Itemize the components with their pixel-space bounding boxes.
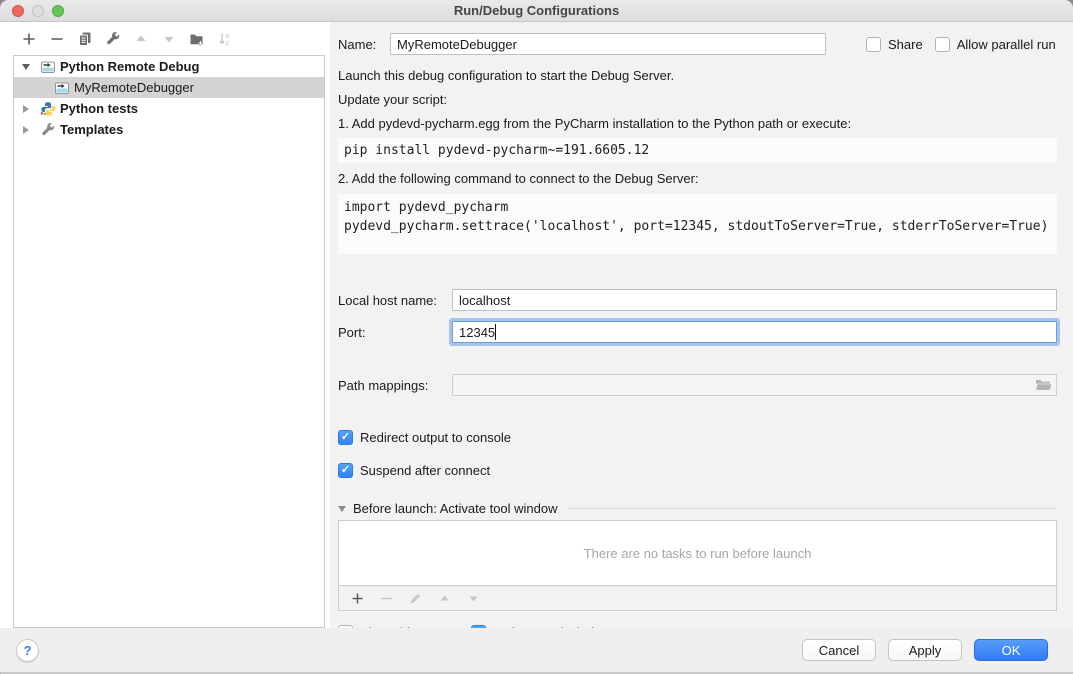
add-task-icon[interactable] [348, 589, 366, 607]
run-debug-configurations-dialog: Run/Debug Configurations [0, 0, 1073, 674]
svg-text:z: z [226, 40, 230, 47]
apply-button[interactable]: Apply [888, 639, 962, 661]
chevron-right-icon[interactable] [20, 126, 32, 134]
section-rule [568, 508, 1057, 509]
name-input[interactable] [390, 33, 826, 55]
dialog-footer: ? Cancel Apply OK [0, 628, 1073, 674]
configurations-tree: Python Remote Debug MyRemoteDebugger [13, 55, 325, 628]
traffic-lights [12, 5, 64, 17]
allow-parallel-run-checkbox[interactable] [935, 37, 950, 52]
step-1-text: 1. Add pydevd-pycharm.egg from the PyCha… [338, 112, 1057, 136]
sidebar-toolbar: a z [0, 22, 330, 55]
port-input[interactable] [452, 321, 1057, 343]
description-line-2: Update your script: [338, 88, 1057, 112]
step-2-text: 2. Add the following command to connect … [338, 171, 699, 186]
add-icon[interactable] [20, 30, 38, 48]
help-button[interactable]: ? [16, 639, 39, 662]
text-caret [495, 324, 496, 340]
zoom-button[interactable] [52, 5, 64, 17]
run-config-icon [54, 80, 70, 96]
redirect-output-label: Redirect output to console [360, 430, 511, 445]
configurations-sidebar: a z Python Remote Debug [0, 22, 330, 628]
run-config-icon [40, 59, 56, 75]
tree-item-label: Python tests [60, 101, 138, 116]
edit-templates-icon[interactable] [104, 30, 122, 48]
redirect-output-checkbox[interactable]: ✓ [338, 430, 353, 445]
move-task-up-icon[interactable] [435, 589, 453, 607]
ok-button[interactable]: OK [974, 639, 1048, 661]
description-line-1: Launch this debug configuration to start… [338, 64, 1057, 88]
svg-text:a: a [226, 33, 230, 40]
local-host-name-label: Local host name: [338, 293, 452, 308]
local-host-name-input[interactable] [452, 289, 1057, 311]
remove-icon[interactable] [48, 30, 66, 48]
before-launch-section-header[interactable]: Before launch: Activate tool window [338, 501, 1057, 516]
question-mark-icon: ? [24, 643, 32, 658]
wrench-icon [40, 122, 56, 138]
empty-task-list: There are no tasks to run before launch [339, 521, 1056, 585]
new-folder-icon[interactable] [188, 30, 206, 48]
allow-parallel-run-label: Allow parallel run [957, 37, 1056, 52]
task-list-toolbar [339, 585, 1056, 610]
configuration-editor: Name: Share Allow parallel run Launch th… [330, 22, 1073, 628]
tree-item-myremotedebugger[interactable]: MyRemoteDebugger [14, 77, 324, 98]
collapse-icon[interactable] [338, 506, 346, 512]
before-launch-title: Before launch: Activate tool window [353, 501, 558, 516]
share-checkbox[interactable] [866, 37, 881, 52]
suspend-after-connect-label: Suspend after connect [360, 463, 490, 478]
tree-item-label: MyRemoteDebugger [74, 80, 194, 95]
path-mappings-input[interactable] [452, 374, 1057, 396]
sort-alphabetically-icon[interactable]: a z [216, 30, 234, 48]
remove-task-icon[interactable] [377, 589, 395, 607]
tree-item-templates[interactable]: Templates [14, 119, 324, 140]
titlebar: Run/Debug Configurations [0, 0, 1073, 22]
copy-configuration-icon[interactable] [76, 30, 94, 48]
tree-item-label: Python Remote Debug [60, 59, 199, 74]
tree-item-python-remote-debug[interactable]: Python Remote Debug [14, 56, 324, 77]
suspend-after-connect-checkbox[interactable]: ✓ [338, 463, 353, 478]
settrace-snippet: import pydevd_pycharm pydevd_pycharm.set… [338, 194, 1057, 254]
chevron-right-icon[interactable] [20, 105, 32, 113]
minimize-button[interactable] [32, 5, 44, 17]
tree-item-label: Templates [60, 122, 123, 137]
cancel-button[interactable]: Cancel [802, 639, 876, 661]
edit-task-icon[interactable] [406, 589, 424, 607]
path-mappings-label: Path mappings: [338, 378, 452, 393]
pip-install-snippet: pip install pydevd-pycharm~=191.6605.12 [338, 138, 1057, 163]
move-up-icon[interactable] [132, 30, 150, 48]
before-launch-task-list: There are no tasks to run before launch [338, 520, 1057, 611]
python-tests-icon [40, 101, 56, 117]
move-task-down-icon[interactable] [464, 589, 482, 607]
window-title: Run/Debug Configurations [0, 3, 1073, 18]
empty-task-text: There are no tasks to run before launch [584, 546, 812, 561]
move-down-icon[interactable] [160, 30, 178, 48]
name-label: Name: [338, 37, 390, 52]
port-label: Port: [338, 325, 452, 340]
close-button[interactable] [12, 5, 24, 17]
chevron-down-icon[interactable] [20, 64, 32, 70]
browse-folder-icon[interactable] [1033, 377, 1053, 393]
share-label: Share [888, 37, 923, 52]
tree-item-python-tests[interactable]: Python tests [14, 98, 324, 119]
